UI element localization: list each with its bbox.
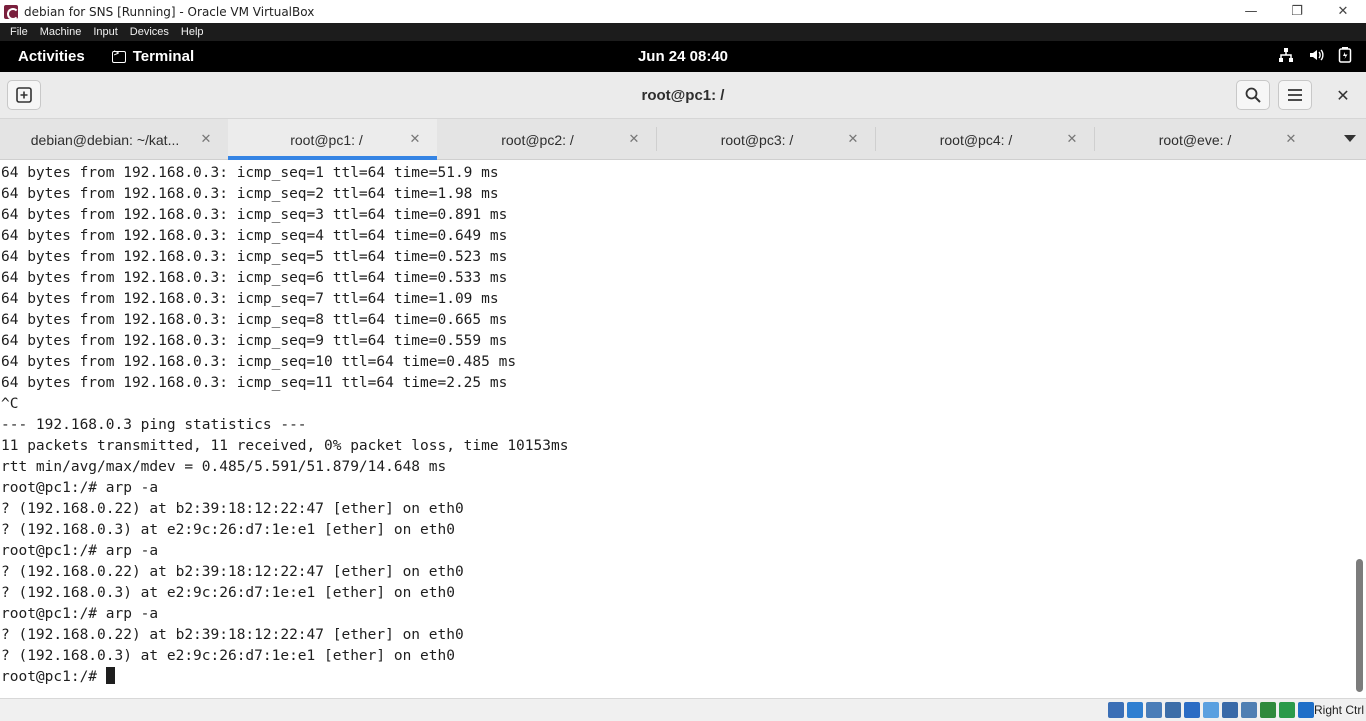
battery-icon: [1338, 46, 1352, 67]
volume-icon: [1308, 47, 1324, 67]
hamburger-icon: [1288, 89, 1302, 101]
terminal-line: 64 bytes from 192.168.0.3: icmp_seq=11 t…: [1, 375, 508, 391]
activities-button[interactable]: Activities: [18, 48, 85, 65]
menu-machine[interactable]: Machine: [34, 26, 88, 38]
host-key-label: Right Ctrl: [1313, 703, 1364, 717]
keyboard-capture-icon[interactable]: [1298, 702, 1314, 718]
menu-help[interactable]: Help: [175, 26, 210, 38]
terminal-line: rtt min/avg/max/mdev = 0.485/5.591/51.87…: [1, 459, 447, 475]
hamburger-menu-button[interactable]: [1278, 80, 1312, 110]
terminal-line: ? (192.168.0.22) at b2:39:18:12:22:47 [e…: [1, 564, 464, 580]
terminal-line: ? (192.168.0.22) at b2:39:18:12:22:47 [e…: [1, 501, 464, 517]
tab-debian[interactable]: debian@debian: ~/kat... ✕: [0, 119, 228, 160]
tab-close-icon[interactable]: ✕: [196, 132, 216, 147]
tab-pc4[interactable]: root@pc4: / ✕: [876, 119, 1094, 160]
host-statusbar: Right Ctrl: [0, 698, 1366, 721]
terminal-line: 64 bytes from 192.168.0.3: icmp_seq=2 tt…: [1, 186, 499, 202]
terminal-line: root@pc1:/# arp -a: [1, 606, 159, 622]
tab-pc3[interactable]: root@pc3: / ✕: [657, 119, 875, 160]
menu-input[interactable]: Input: [87, 26, 123, 38]
text-cursor: [105, 667, 115, 684]
network-icon: [1278, 47, 1294, 67]
terminal-line: 64 bytes from 192.168.0.3: icmp_seq=3 tt…: [1, 207, 508, 223]
hard-disk-icon[interactable]: [1108, 702, 1124, 718]
mouse-integration-icon[interactable]: [1279, 702, 1295, 718]
tab-close-icon[interactable]: ✕: [843, 132, 863, 147]
terminal-line: 64 bytes from 192.168.0.3: icmp_seq=10 t…: [1, 354, 517, 370]
tab-label: debian@debian: ~/kat...: [30, 131, 180, 148]
search-icon: [1245, 87, 1261, 103]
usb-icon[interactable]: [1184, 702, 1200, 718]
tab-strip: debian@debian: ~/kat... ✕ root@pc1: / ✕ …: [0, 119, 1366, 160]
terminal-headerbar: root@pc1: / ✕: [0, 72, 1366, 119]
gnome-top-bar: Activities Terminal Jun 24 08:40: [0, 41, 1366, 72]
terminal-line: 64 bytes from 192.168.0.3: icmp_seq=7 tt…: [1, 291, 499, 307]
terminal-line: 64 bytes from 192.168.0.3: icmp_seq=1 tt…: [1, 165, 499, 181]
new-tab-icon: [16, 87, 32, 103]
host-window-controls: — ❐ ✕: [1228, 0, 1366, 23]
tab-label: root@pc2: /: [501, 131, 574, 148]
terminal-prompt-line[interactable]: root@pc1:/#: [1, 667, 568, 688]
audio-icon[interactable]: [1146, 702, 1162, 718]
close-window-button[interactable]: ✕: [1320, 0, 1366, 23]
host-menubar: File Machine Input Devices Help: [0, 23, 1366, 41]
terminal-line: ? (192.168.0.3) at e2:9c:26:d7:1e:e1 [et…: [1, 585, 455, 601]
minimize-button[interactable]: —: [1228, 0, 1274, 23]
terminal-title: root@pc1: /: [641, 86, 725, 104]
chevron-down-icon: [1344, 135, 1356, 142]
search-button[interactable]: [1236, 80, 1270, 110]
tab-pc2[interactable]: root@pc2: / ✕: [437, 119, 656, 160]
tab-label: root@pc3: /: [720, 131, 794, 148]
display-icon[interactable]: [1222, 702, 1238, 718]
terminal-icon: [111, 48, 126, 63]
terminal-line: ? (192.168.0.3) at e2:9c:26:d7:1e:e1 [et…: [1, 648, 455, 664]
tab-label: root@eve: /: [1158, 131, 1232, 148]
tab-label: root@pc4: /: [939, 131, 1013, 148]
tab-close-icon[interactable]: ✕: [624, 132, 644, 147]
tab-pc1[interactable]: root@pc1: / ✕: [228, 119, 437, 160]
restore-button[interactable]: ❐: [1274, 0, 1320, 23]
close-terminal-button[interactable]: ✕: [1326, 80, 1360, 110]
terminal-line: root@pc1:/# arp -a: [1, 480, 159, 496]
tab-label: root@pc1: /: [290, 131, 363, 148]
terminal-text: 64 bytes from 192.168.0.3: icmp_seq=1 tt…: [1, 163, 568, 688]
clock[interactable]: Jun 24 08:40: [0, 48, 1366, 65]
device-status-icons: [1108, 702, 1314, 718]
terminal-line: root@pc1:/# arp -a: [1, 543, 159, 559]
recording-icon[interactable]: [1241, 702, 1257, 718]
app-menu-label: Terminal: [132, 48, 195, 65]
terminal-line: 64 bytes from 192.168.0.3: icmp_seq=4 tt…: [1, 228, 508, 244]
terminal-output[interactable]: 64 bytes from 192.168.0.3: icmp_seq=1 tt…: [0, 161, 1366, 698]
shared-folders-icon[interactable]: [1203, 702, 1219, 718]
cpu-icon[interactable]: [1260, 702, 1276, 718]
network-icon[interactable]: [1165, 702, 1181, 718]
system-tray[interactable]: [1278, 41, 1352, 72]
terminal-line: ^C: [1, 396, 19, 412]
terminal-line: ? (192.168.0.22) at b2:39:18:12:22:47 [e…: [1, 627, 464, 643]
tab-close-icon[interactable]: ✕: [1281, 132, 1301, 147]
new-tab-button[interactable]: [7, 80, 41, 110]
tab-overflow-button[interactable]: [1342, 131, 1358, 147]
scrollbar-thumb[interactable]: [1356, 559, 1363, 692]
terminal-line: 11 packets transmitted, 11 received, 0% …: [1, 438, 569, 454]
optical-drive-icon[interactable]: [1127, 702, 1143, 718]
terminal-line: --- 192.168.0.3 ping statistics ---: [1, 417, 307, 433]
menu-file[interactable]: File: [4, 26, 34, 38]
menu-devices[interactable]: Devices: [124, 26, 175, 38]
tab-eve[interactable]: root@eve: / ✕: [1095, 119, 1313, 160]
terminal-line: 64 bytes from 192.168.0.3: icmp_seq=6 tt…: [1, 270, 508, 286]
terminal-line: ? (192.168.0.3) at e2:9c:26:d7:1e:e1 [et…: [1, 522, 455, 538]
terminal-prompt: root@pc1:/#: [1, 669, 106, 685]
terminal-line: 64 bytes from 192.168.0.3: icmp_seq=8 tt…: [1, 312, 508, 328]
virtualbox-app-icon: [4, 4, 19, 20]
app-menu-button[interactable]: Terminal: [111, 48, 195, 65]
host-window-title: debian for SNS [Running] - Oracle VM Vir…: [24, 4, 315, 19]
terminal-line: 64 bytes from 192.168.0.3: icmp_seq=9 tt…: [1, 333, 508, 349]
tab-close-icon[interactable]: ✕: [405, 132, 425, 147]
terminal-scrollbar[interactable]: [1353, 161, 1366, 698]
host-window-titlebar: debian for SNS [Running] - Oracle VM Vir…: [0, 0, 1366, 23]
tab-close-icon[interactable]: ✕: [1062, 132, 1082, 147]
terminal-line: 64 bytes from 192.168.0.3: icmp_seq=5 tt…: [1, 249, 508, 265]
